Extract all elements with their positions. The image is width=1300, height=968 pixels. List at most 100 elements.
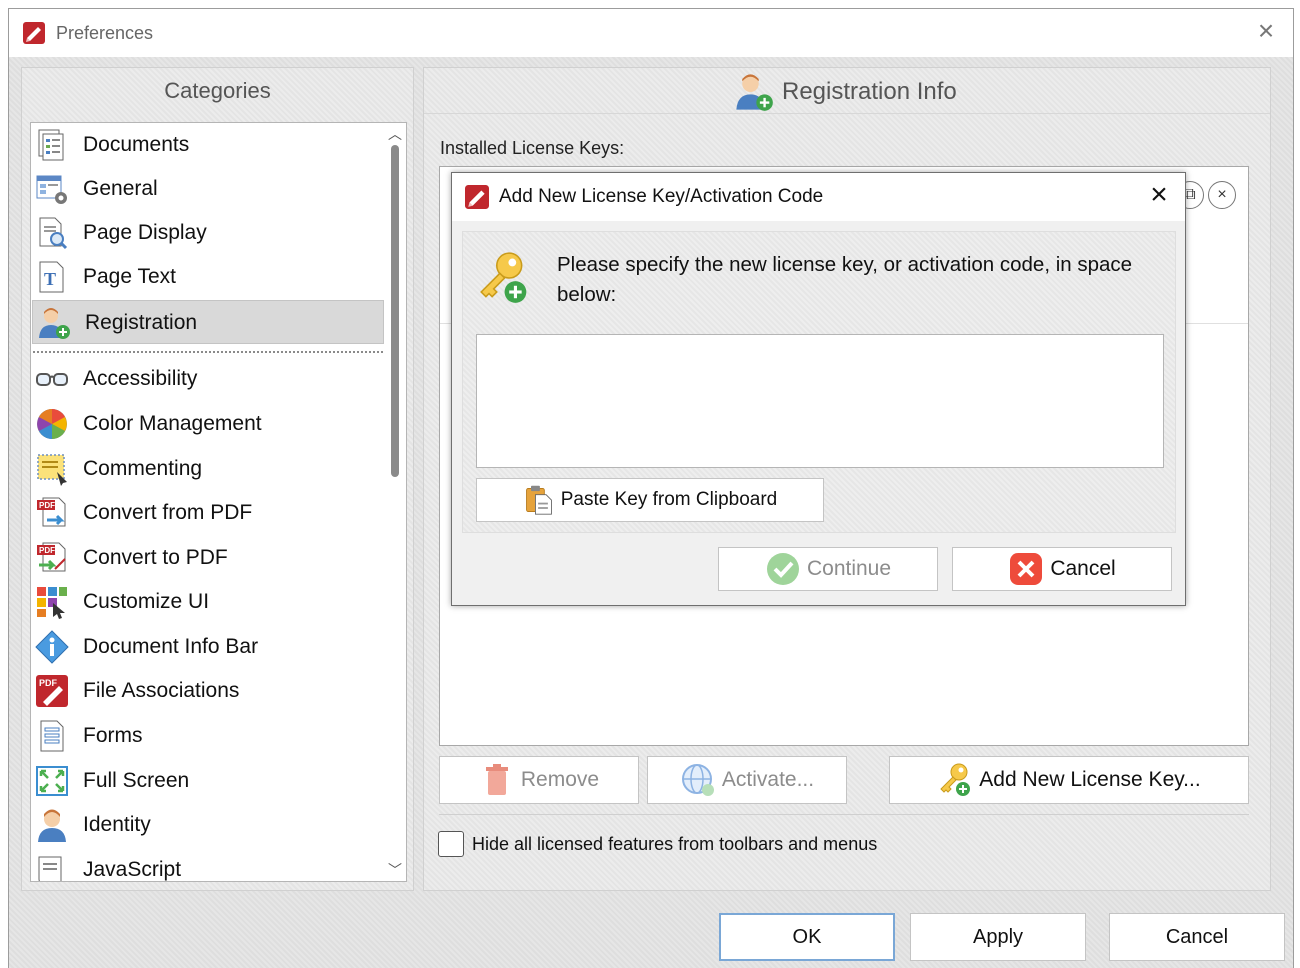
activate-button[interactable]: Activate...	[647, 756, 847, 804]
category-convert-to-pdf[interactable]: PDF Convert to PDF	[31, 536, 383, 580]
scrollbar-thumb[interactable]	[391, 145, 399, 477]
continue-button[interactable]: Continue	[718, 547, 938, 591]
category-document-info-bar[interactable]: Document Info Bar	[31, 625, 383, 669]
javascript-icon	[38, 856, 62, 881]
registration-title: Registration Info	[782, 78, 957, 105]
cancel-button[interactable]: Cancel	[1109, 913, 1285, 961]
globe-icon	[681, 764, 714, 796]
dialog-title: Add New License Key/Activation Code	[499, 186, 824, 207]
add-key-label: Add New License Key...	[979, 768, 1201, 791]
dialog-cancel-button[interactable]: Cancel	[952, 547, 1172, 591]
pdf-file-icon: PDF	[36, 675, 68, 707]
window-close-button[interactable]: ×	[1253, 17, 1279, 45]
category-documents[interactable]: Documents	[31, 123, 383, 167]
license-key-input[interactable]	[476, 334, 1164, 468]
key-add-icon	[940, 763, 971, 796]
continue-label: Continue	[806, 557, 892, 580]
category-identity[interactable]: Identity	[31, 803, 383, 847]
identity-icon	[38, 809, 66, 842]
convert-to-pdf-icon: PDF	[37, 542, 66, 572]
paste-key-button[interactable]: Paste Key from Clipboard	[476, 478, 824, 522]
category-label: Color Management	[83, 412, 262, 435]
dialog-content: Please specify the new license key, or a…	[462, 231, 1176, 533]
categories-panel: Categories Documents General Page Displa…	[21, 67, 414, 891]
category-label: File Associations	[83, 679, 240, 702]
separator-line	[439, 814, 1249, 815]
categories-header: Categories	[164, 78, 271, 103]
category-customize-ui[interactable]: Customize UI	[31, 580, 383, 624]
add-license-key-dialog: Add New License Key/Activation Code × Pl…	[451, 172, 1186, 606]
registration-header: Registration Info	[424, 68, 1270, 114]
category-label: Page Text	[83, 265, 177, 288]
scroll-up-icon[interactable]: ︿	[384, 123, 406, 145]
title-bar: Preferences ×	[9, 9, 1293, 57]
full-screen-icon	[36, 766, 68, 796]
registration-icon	[39, 308, 70, 339]
registration-icon	[736, 74, 773, 111]
forms-icon	[40, 720, 64, 752]
category-label: Convert to PDF	[83, 546, 228, 569]
hide-licensed-features-option[interactable]: Hide all licensed features from toolbars…	[438, 830, 877, 858]
checkmark-icon	[766, 553, 799, 585]
category-page-display[interactable]: Page Display	[31, 211, 383, 255]
scroll-down-icon[interactable]: ﹀	[384, 859, 406, 881]
category-page-text[interactable]: T Page Text	[31, 255, 383, 299]
category-label: General	[83, 177, 158, 200]
dialog-cancel-label: Cancel	[1050, 557, 1116, 580]
cancel-x-icon	[1010, 553, 1043, 585]
category-registration[interactable]: Registration	[32, 300, 384, 344]
svg-text:T: T	[44, 269, 56, 289]
apply-button[interactable]: Apply	[910, 913, 1086, 961]
ok-label: OK	[792, 925, 822, 948]
customize-ui-icon	[37, 587, 67, 619]
key-add-icon	[480, 252, 527, 303]
category-full-screen[interactable]: Full Screen	[31, 759, 383, 803]
info-icon	[35, 630, 69, 664]
category-convert-from-pdf[interactable]: PDF Convert from PDF	[31, 491, 383, 535]
category-file-associations[interactable]: PDF File Associations	[31, 669, 383, 713]
category-general[interactable]: General	[31, 167, 383, 211]
category-label: Convert from PDF	[83, 501, 253, 524]
apply-label: Apply	[972, 925, 1024, 948]
add-new-license-key-button[interactable]: Add New License Key...	[889, 756, 1249, 804]
categories-scrollbar[interactable]: ︿ ﹀	[384, 123, 406, 881]
window-title: Preferences	[56, 23, 154, 43]
color-wheel-icon	[37, 409, 67, 439]
page-text-icon: T	[39, 261, 64, 293]
category-label: Registration	[85, 311, 198, 334]
paste-key-label: Paste Key from Clipboard	[560, 489, 778, 510]
category-label: Forms	[83, 724, 143, 747]
convert-from-pdf-icon: PDF	[37, 497, 66, 527]
cancel-label: Cancel	[1165, 925, 1229, 948]
category-accessibility[interactable]: Accessibility	[31, 357, 383, 401]
category-label: Documents	[83, 133, 190, 156]
category-label: Commenting	[83, 457, 203, 480]
svg-text:PDF: PDF	[39, 546, 55, 555]
documents-icon	[38, 129, 64, 161]
category-separator	[33, 351, 383, 353]
category-javascript[interactable]: JavaScript	[31, 848, 383, 881]
trash-icon	[485, 764, 508, 795]
hide-features-checkbox[interactable]	[438, 831, 464, 857]
dialog-close-button[interactable]: ×	[1145, 180, 1173, 211]
category-label: Customize UI	[83, 590, 210, 613]
category-commenting[interactable]: Commenting	[31, 447, 383, 491]
pdf-app-icon	[23, 22, 45, 44]
category-label: Document Info Bar	[83, 635, 259, 658]
general-settings-icon	[36, 175, 67, 204]
category-color-management[interactable]: Color Management	[31, 402, 383, 446]
category-label: Full Screen	[83, 769, 190, 792]
pdf-app-icon	[465, 185, 489, 209]
remove-button[interactable]: Remove	[439, 756, 639, 804]
remove-label: Remove	[520, 768, 600, 791]
dialog-title-bar: Add New License Key/Activation Code ×	[452, 173, 1185, 221]
categories-list[interactable]: Documents General Page Display T Page Te…	[30, 122, 407, 882]
category-label: Identity	[83, 813, 151, 836]
commenting-icon	[37, 454, 67, 486]
ok-button[interactable]: OK	[719, 913, 895, 961]
category-forms[interactable]: Forms	[31, 714, 383, 758]
dialog-prompt: Please specify the new license key, or a…	[557, 253, 1133, 306]
remove-key-icon[interactable]: ×	[1208, 181, 1236, 209]
glasses-icon	[36, 373, 68, 386]
clipboard-paste-icon	[525, 485, 552, 515]
